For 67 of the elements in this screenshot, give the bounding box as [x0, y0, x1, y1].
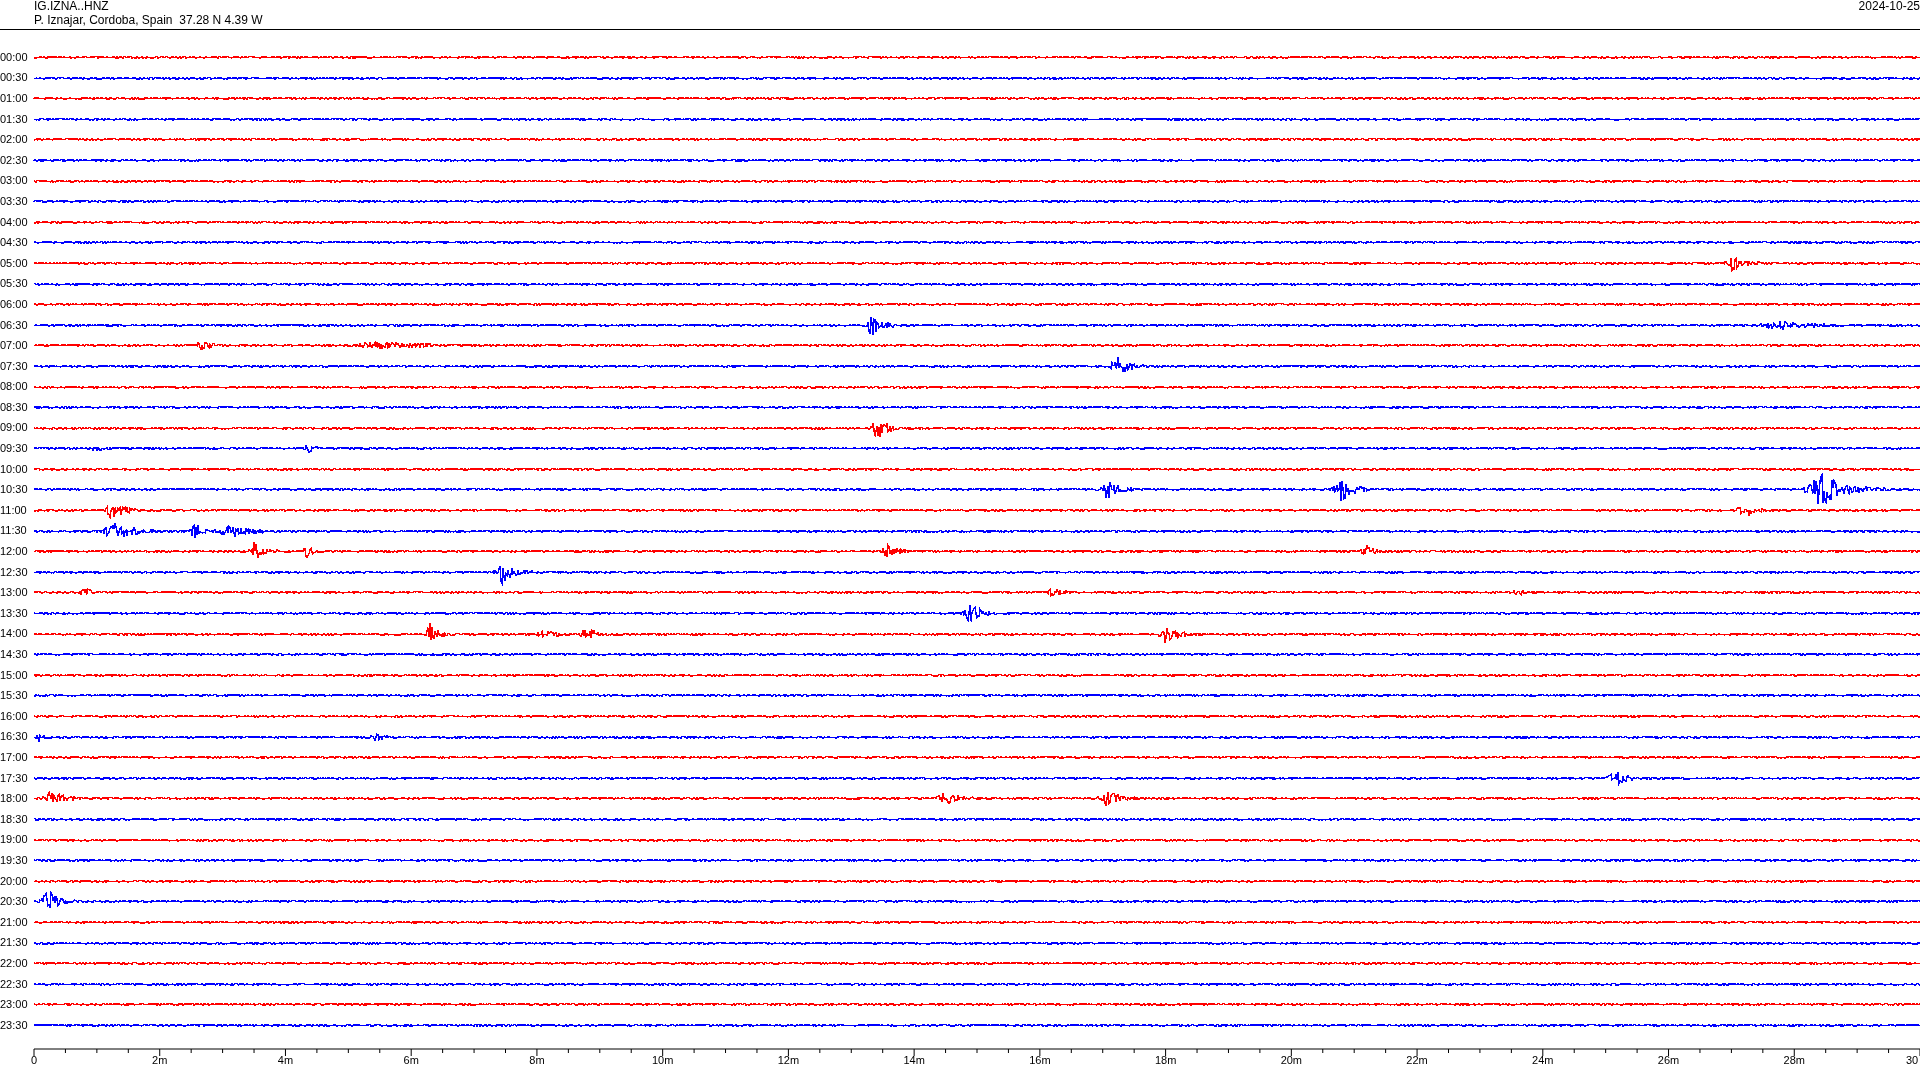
time-label: 13:30 [0, 607, 29, 619]
axis-tick-label: 6m [403, 1054, 419, 1066]
time-label: 22:30 [0, 978, 29, 990]
axis-tick-label: 14m [903, 1054, 925, 1066]
time-label: 19:30 [0, 854, 29, 866]
time-label: 07:30 [0, 360, 29, 372]
time-label: 17:00 [0, 752, 29, 763]
time-label: 23:00 [0, 999, 29, 1011]
axis-tick-label: 10m [651, 1054, 674, 1066]
axis-tick-label: 16m [1029, 1054, 1051, 1066]
time-label: 11:00 [0, 504, 28, 516]
time-label: 13:00 [0, 587, 29, 599]
time-label: 04:00 [0, 216, 29, 228]
time-label: 14:00 [0, 628, 29, 640]
axis-tick-label: 20m [1280, 1054, 1303, 1066]
time-label: 01:00 [0, 93, 29, 104]
station-code: IG.IZNA..HNZ [34, 0, 109, 13]
time-label: 12:00 [0, 546, 29, 558]
time-label: 12:30 [0, 566, 29, 578]
time-label: 02:30 [0, 154, 29, 166]
time-label: 09:30 [0, 443, 29, 455]
time-label: 09:00 [0, 422, 29, 434]
time-label: 23:30 [0, 1019, 29, 1031]
station-location: P. Iznajar, Cordoba, Spain 37.28 N 4.39 W [34, 13, 263, 27]
date-label: 2024-10-25 [1858, 0, 1920, 13]
time-label: 15:00 [0, 669, 29, 681]
axis-tick-label: 24m [1532, 1054, 1554, 1066]
time-label: 04:30 [0, 237, 29, 249]
time-label: 18:30 [0, 813, 29, 825]
axis-tick-label: 0 [31, 1054, 38, 1066]
time-label: 07:00 [0, 340, 29, 352]
axis-tick-label: 26m [1657, 1054, 1680, 1066]
axis-tick-label: 28m [1783, 1054, 1805, 1066]
axis-tick-label: 12m [777, 1054, 800, 1066]
time-label: 16:00 [0, 710, 29, 722]
time-label: 05:30 [0, 278, 29, 290]
time-label: 17:30 [0, 772, 29, 784]
time-label: 21:00 [0, 916, 29, 928]
time-label: 19:00 [0, 834, 29, 846]
time-label: 20:30 [0, 896, 29, 908]
time-label: 22:00 [0, 957, 29, 969]
time-label: 02:00 [0, 134, 29, 146]
axis-tick-label: 18m [1154, 1054, 1177, 1066]
time-label: 18:00 [0, 793, 29, 805]
time-label: 06:00 [0, 298, 29, 310]
time-label: 16:30 [0, 731, 29, 743]
time-label: 06:30 [0, 319, 29, 331]
time-label: 20:00 [0, 875, 29, 887]
time-label: 08:30 [0, 401, 29, 413]
axis-tick-label: 22m [1406, 1054, 1428, 1066]
axis-tick-label: 8m [529, 1054, 545, 1066]
time-label: 11:30 [0, 525, 28, 537]
axis-tick-label: 4m [277, 1054, 294, 1066]
time-label: 15:30 [0, 690, 29, 702]
axis-tick-label: 30 [1906, 1054, 1919, 1066]
time-label: 03:00 [0, 175, 29, 187]
time-label: 21:30 [0, 937, 29, 949]
time-label: 03:30 [0, 195, 29, 207]
time-label: 10:00 [0, 463, 29, 475]
time-label: 00:00 [0, 51, 29, 63]
time-label: 01:30 [0, 113, 29, 125]
time-label: 00:30 [0, 72, 29, 84]
axis-tick-label: 2m [152, 1054, 168, 1066]
time-label: 14:30 [0, 649, 29, 660]
time-label: 05:00 [0, 257, 29, 269]
time-label: 10:30 [0, 484, 29, 496]
time-label: 08:00 [0, 381, 29, 393]
